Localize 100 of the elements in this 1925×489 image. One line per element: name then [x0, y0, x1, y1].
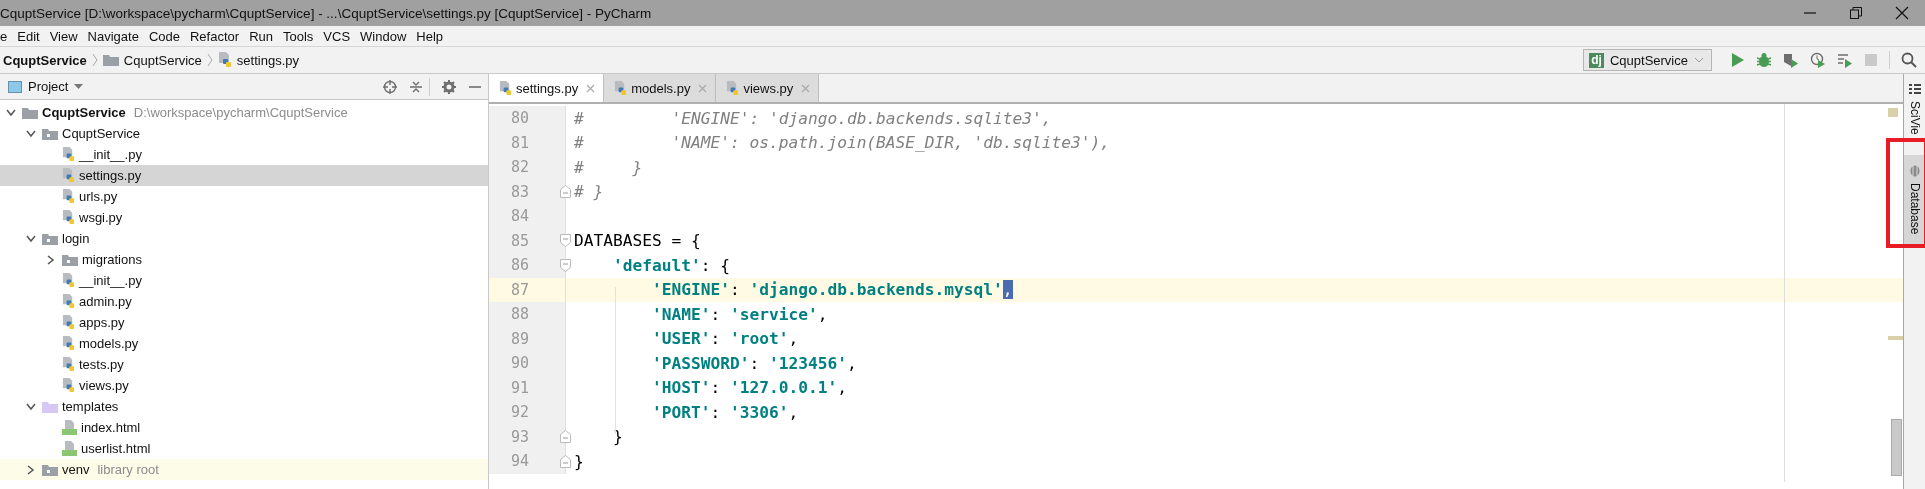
caret-icon[interactable] — [74, 83, 84, 90]
line-number: 92 — [509, 403, 529, 422]
warning-marker-icon[interactable] — [1888, 108, 1898, 117]
menu-item[interactable]: Refactor — [190, 28, 240, 44]
code-line: } — [611, 427, 623, 447]
line-number: 80 — [509, 109, 529, 128]
code-line: 'USER': 'root', — [650, 329, 799, 349]
tree-row[interactable]: index.html — [0, 417, 488, 438]
menu-item[interactable]: Navigate — [87, 28, 139, 44]
python-file-icon — [62, 315, 75, 330]
target-icon[interactable] — [383, 79, 397, 94]
tree-row[interactable]: __init__.py — [0, 270, 488, 291]
side-tab[interactable]: SciVie — [1904, 74, 1925, 141]
python-file-icon — [726, 80, 740, 96]
code-line: # 'NAME': os.path.join(BASE_DIR, 'db.sqlite3'), — [574, 133, 1110, 153]
line-number: 93 — [509, 427, 529, 446]
tree-row[interactable]: migrations — [0, 249, 488, 270]
line-number: 81 — [509, 133, 529, 152]
python-file-icon — [217, 52, 232, 68]
scrollbar-thumb[interactable] — [1891, 419, 1902, 476]
breadcrumb[interactable]: CquptService — [3, 52, 87, 68]
dropdown-caret-icon[interactable] — [1694, 57, 1704, 63]
tree-row[interactable]: models.py — [0, 333, 488, 354]
run-configuration-dropdown[interactable]: dj CquptService — [1583, 49, 1712, 71]
panel-title[interactable]: Project — [28, 79, 69, 94]
tree-row[interactable]: tests.py — [0, 354, 488, 375]
python-file-icon — [62, 189, 75, 204]
fold-marker-icon[interactable] — [560, 454, 571, 468]
chevron-icon — [91, 53, 98, 67]
side-tab[interactable]: Database — [1904, 154, 1925, 245]
menu-item[interactable]: e — [0, 28, 8, 44]
python-file-icon — [62, 378, 75, 393]
python-file-icon — [62, 357, 75, 372]
tree-row[interactable]: userlist.html — [0, 438, 488, 459]
html-file-icon — [62, 420, 77, 435]
tree-row[interactable]: settings.py — [0, 165, 488, 186]
folder-icon — [42, 232, 58, 245]
breadcrumb[interactable]: CquptService — [123, 52, 202, 68]
profiler-icon[interactable] — [1810, 52, 1826, 68]
menu-item[interactable]: View — [49, 28, 78, 44]
fold-marker-icon[interactable] — [560, 234, 571, 248]
tree-row[interactable]: venv library root — [0, 459, 488, 480]
line-number: 82 — [509, 158, 529, 177]
line-number: 85 — [509, 231, 529, 250]
folder-icon — [62, 253, 78, 266]
search-icon[interactable] — [1901, 52, 1917, 68]
tree-row[interactable]: admin.py — [0, 291, 488, 312]
settings-icon[interactable] — [442, 79, 456, 94]
tree-row[interactable]: CquptService — [0, 123, 488, 144]
fold-marker-icon[interactable] — [560, 258, 571, 272]
code-line: # 'ENGINE': 'django.db.backends.sqlite3', — [574, 108, 1052, 128]
code-line: 'PORT': '3306', — [650, 402, 799, 422]
tree-row[interactable]: login — [0, 228, 488, 249]
editor-tab[interactable]: settings.py — [489, 74, 605, 102]
menu-item[interactable]: VCS — [323, 28, 351, 44]
tree-row[interactable]: wsgi.py — [0, 207, 488, 228]
bug-icon[interactable] — [1756, 52, 1772, 68]
menu-item[interactable]: Code — [148, 28, 180, 44]
line-number: 91 — [509, 378, 529, 397]
python-file-icon — [62, 294, 75, 309]
window-title: CquptService [D:\workspace\pycharm\CquptService] - ...\CquptService\settings.py [CquptService] - PyCharm — [0, 5, 652, 21]
run-icon[interactable] — [1729, 52, 1745, 68]
menu-item[interactable]: Tools — [283, 28, 314, 44]
line-number: 90 — [509, 354, 529, 373]
concurrency-icon[interactable] — [1837, 52, 1853, 68]
line-number: 86 — [509, 256, 529, 275]
menu-item[interactable]: Help — [416, 28, 444, 44]
code-line: 'NAME': 'service', — [650, 304, 828, 324]
folder-icon — [42, 463, 58, 476]
tree-row[interactable]: urls.py — [0, 186, 488, 207]
editor-tab[interactable]: views.py — [716, 74, 820, 102]
menu-item[interactable]: Window — [360, 28, 407, 44]
python-file-icon — [62, 168, 75, 183]
tree-row[interactable]: __init__.py — [0, 144, 488, 165]
breadcrumb[interactable]: settings.py — [236, 52, 299, 68]
fold-marker-icon[interactable] — [560, 430, 571, 444]
restore-icon[interactable] — [1849, 6, 1863, 20]
tree-row[interactable]: apps.py — [0, 312, 488, 333]
panel-icon — [8, 80, 22, 93]
python-file-icon — [614, 80, 628, 96]
line-number: 94 — [509, 452, 529, 471]
tree-row[interactable]: views.py — [0, 375, 488, 396]
chevron-icon — [206, 53, 213, 67]
python-file-icon — [62, 210, 75, 225]
tree-row[interactable]: templates — [0, 396, 488, 417]
close-icon[interactable] — [1895, 6, 1909, 20]
folder-icon — [42, 400, 58, 413]
collapse-icon[interactable] — [409, 79, 423, 94]
folder-icon — [22, 106, 38, 119]
menu-item[interactable]: Edit — [17, 28, 40, 44]
fold-marker-icon[interactable] — [560, 185, 571, 199]
python-file-icon — [62, 273, 75, 288]
menu-item[interactable]: Run — [249, 28, 273, 44]
coverage-icon[interactable] — [1783, 52, 1799, 68]
tree-row[interactable]: CquptService D:\workspace\pycharm\CquptService — [0, 102, 488, 123]
code-line: # } — [574, 157, 643, 177]
code-line: # } — [574, 182, 604, 202]
database-icon — [1909, 164, 1920, 177]
change-marker-icon[interactable] — [1888, 336, 1903, 340]
editor-tab[interactable]: models.py — [604, 74, 717, 102]
